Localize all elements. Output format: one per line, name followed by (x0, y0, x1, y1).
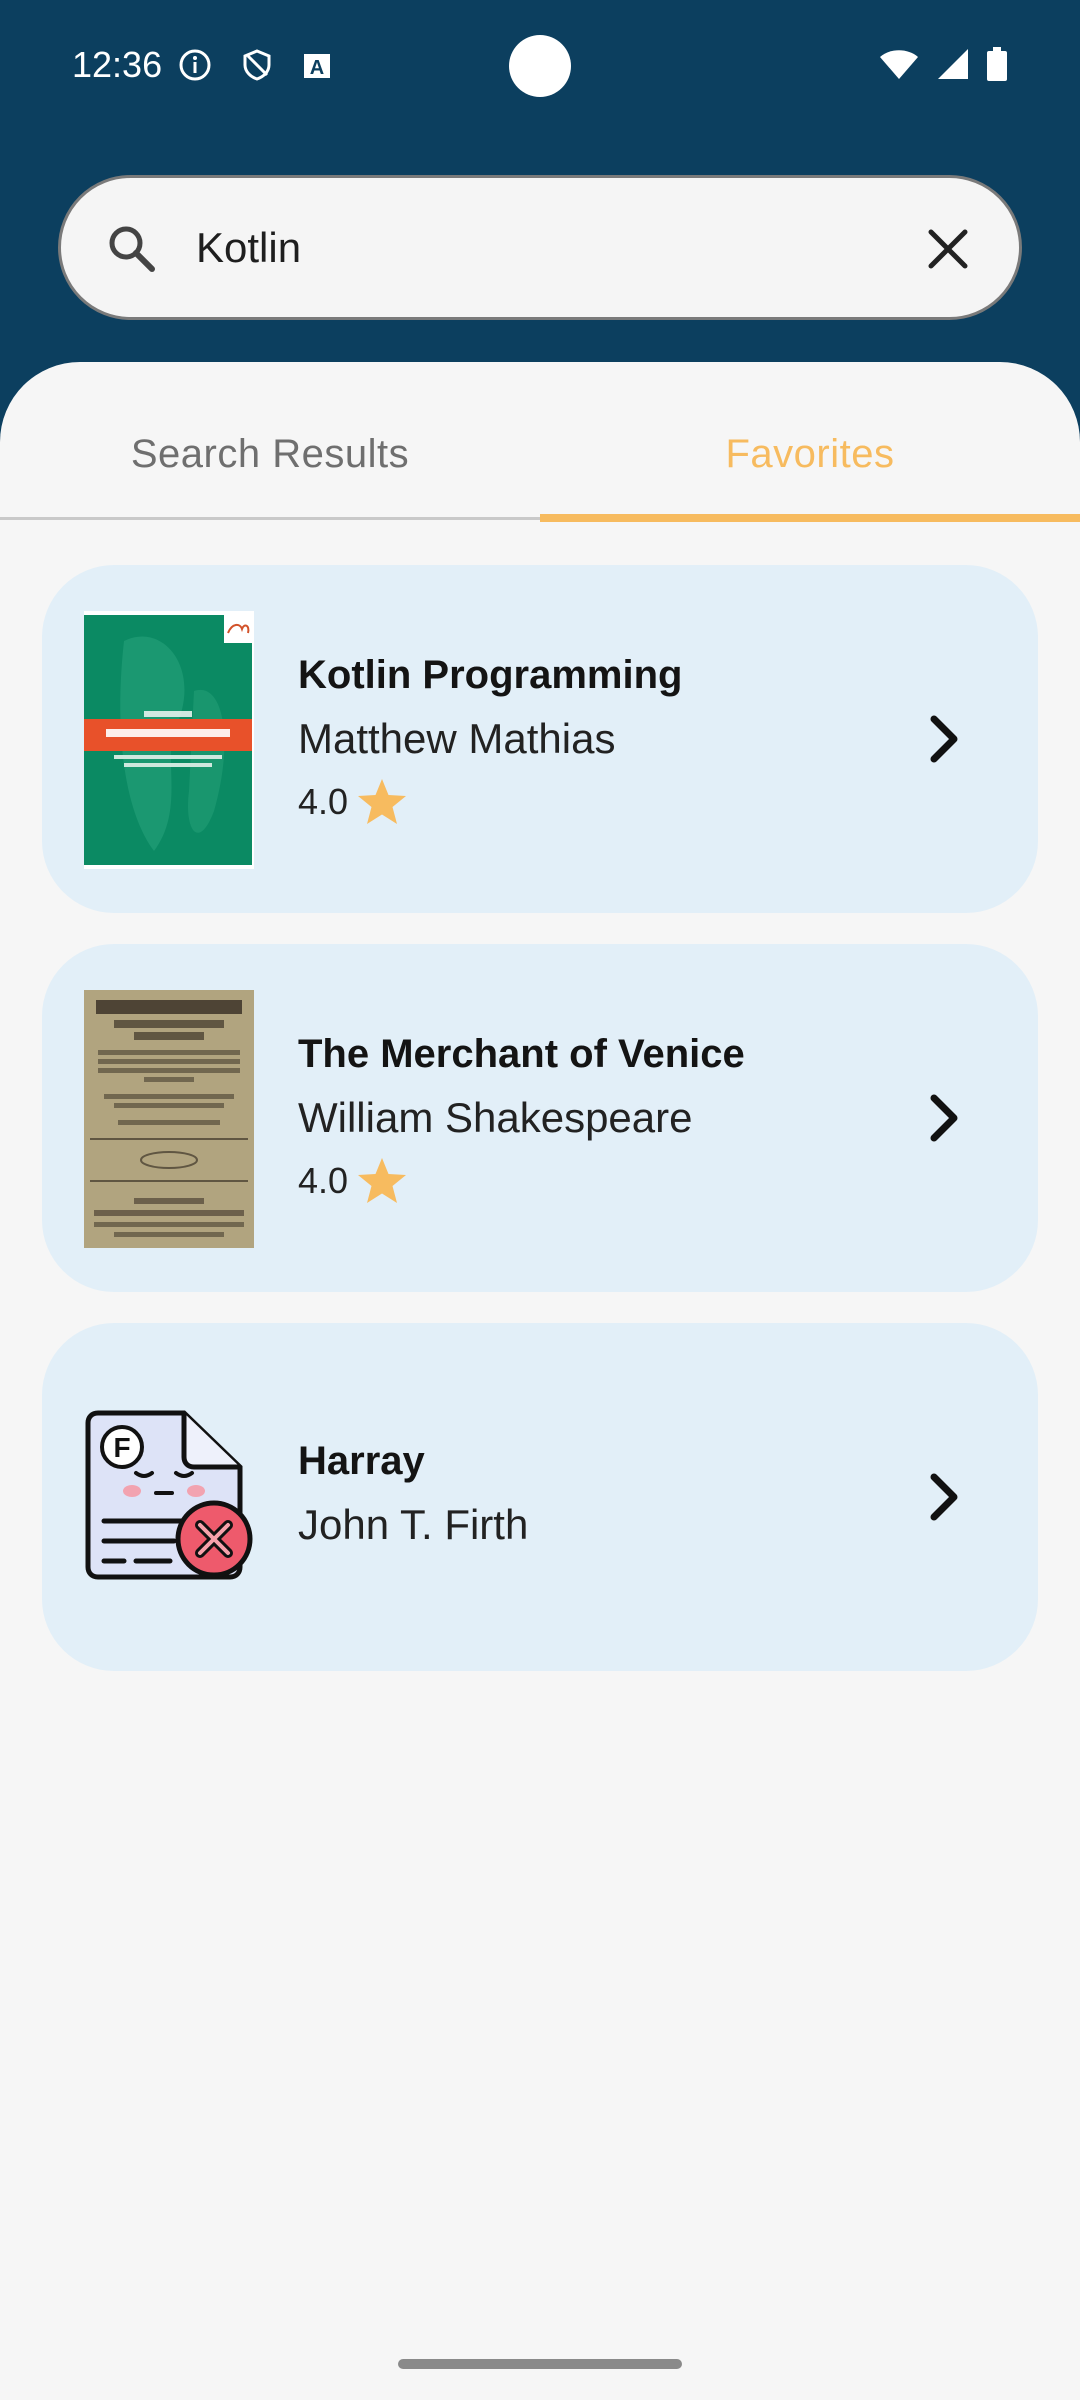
status-bar: 12:36 A (0, 0, 1080, 130)
missing-file-icon: F (84, 1409, 254, 1581)
book-cover (84, 990, 254, 1248)
tab-search-results[interactable]: Search Results (0, 432, 540, 477)
book-author: William Shakespeare (298, 1094, 693, 1141)
search-icon[interactable] (97, 214, 167, 284)
star-icon (358, 779, 407, 824)
tab-indicator (540, 514, 1080, 522)
close-icon[interactable] (913, 214, 983, 284)
book-rating: 4.0 (298, 1156, 408, 1206)
tab-favorites[interactable]: Favorites (540, 432, 1080, 477)
status-right-icons (878, 46, 1008, 82)
wifi-icon (880, 50, 918, 79)
book-card[interactable]: The Merchant of Venice William Shakespea… (42, 944, 1038, 1292)
camera-cutout (509, 35, 571, 97)
chevron-right-icon[interactable] (912, 707, 976, 771)
book-author: Matthew Mathias (298, 715, 616, 762)
home-indicator[interactable] (398, 2359, 682, 2369)
battery-icon (987, 47, 1007, 81)
status-time: 12:36 (72, 44, 163, 85)
book-cover (84, 611, 254, 869)
signal-icon (938, 49, 968, 79)
svg-text:A: A (310, 57, 324, 79)
chevron-right-icon[interactable] (912, 1465, 976, 1529)
book-author: John T. Firth (298, 1501, 529, 1548)
info-icon (179, 49, 211, 81)
svg-text:F: F (113, 1432, 130, 1463)
book-rating: 4.0 (298, 777, 408, 827)
shield-icon (243, 49, 271, 81)
book-title: The Merchant of Venice (298, 1032, 745, 1076)
tab-bar: Search Results Favorites (0, 362, 1080, 522)
status-left-icons: A (178, 48, 332, 82)
search-bar[interactable]: Kotlin (58, 175, 1022, 320)
book-card[interactable]: F Harray John T. Firth (42, 1323, 1038, 1671)
search-input[interactable]: Kotlin (196, 224, 301, 272)
book-title: Harray (298, 1439, 425, 1483)
book-card[interactable]: Kotlin Programming Matthew Mathias 4.0 (42, 565, 1038, 913)
chevron-right-icon[interactable] (912, 1086, 976, 1150)
rating-value: 4.0 (298, 1160, 349, 1201)
star-icon (358, 1158, 407, 1203)
book-title: Kotlin Programming (298, 653, 683, 697)
a-badge-icon: A (304, 54, 330, 79)
content-sheet: Search Results Favorites Kotlin Programm… (0, 362, 1080, 2400)
rating-value: 4.0 (298, 781, 349, 822)
